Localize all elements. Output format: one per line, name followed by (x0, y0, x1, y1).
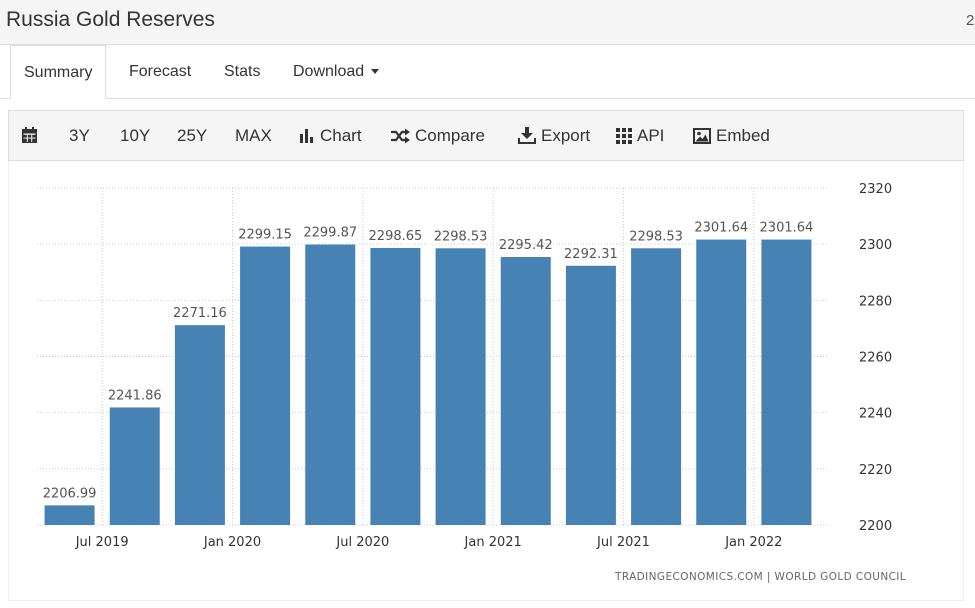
bar (44, 505, 95, 525)
bar-chart: 2200 2220 2240 2260 2280 2300 2320 2206.99 2241.… (37, 182, 892, 550)
api-button[interactable]: API (616, 111, 664, 160)
bar (631, 248, 682, 525)
export-button[interactable]: Export (518, 111, 590, 160)
bar-value-label: 2301.64 (760, 221, 814, 236)
bar-value-label: 2301.64 (694, 221, 748, 236)
bar (109, 407, 160, 525)
calendar-button[interactable] (21, 111, 43, 160)
tab-download-label: Download (293, 63, 365, 80)
page-header: Russia Gold Reserves 2 (0, 0, 975, 45)
bar-value-label: 2299.87 (303, 226, 357, 241)
download-icon (518, 127, 536, 144)
bar-value-label: 2299.15 (238, 228, 292, 243)
tab-bar: Summary Forecast Stats Download (0, 45, 975, 99)
shuffle-icon (391, 128, 410, 144)
x-tick-label: Jul 2020 (335, 535, 389, 550)
chart-type-label: Chart (320, 126, 362, 145)
chart-type-button[interactable]: Chart (299, 111, 362, 160)
y-tick-label: 2240 (859, 407, 892, 422)
chart-panel: 2200 2220 2240 2260 2280 2300 2320 2206.99 2241.… (8, 161, 964, 601)
chart-source: TRADINGECONOMICS.COM | WORLD GOLD COUNCI… (615, 571, 907, 583)
bar-value-label: 2298.65 (369, 229, 423, 244)
x-tick-label: Jan 2020 (203, 535, 261, 550)
image-icon (693, 128, 711, 144)
embed-label: Embed (716, 126, 770, 145)
x-tick-label: Jul 2019 (75, 535, 129, 550)
header-truncated-text: 2 (966, 12, 975, 29)
bar (500, 257, 551, 525)
y-tick-label: 2260 (859, 351, 892, 366)
page-title: Russia Gold Reserves (6, 8, 215, 31)
tab-stats[interactable]: Stats (224, 45, 260, 98)
range-max-button[interactable]: MAX (235, 111, 272, 160)
tab-summary[interactable]: Summary (10, 45, 107, 99)
bar (696, 239, 747, 525)
compare-label: Compare (415, 126, 485, 145)
bar-chart-icon (300, 129, 313, 143)
bar-value-label: 2271.16 (173, 306, 227, 321)
chart-toolbar: 3Y 10Y 25Y MAX Chart Compare Export API (8, 110, 964, 161)
range-3y-button[interactable]: 3Y (69, 111, 90, 160)
calendar-icon (22, 127, 37, 143)
api-label: API (637, 126, 665, 145)
grid-icon (616, 128, 632, 144)
bar (761, 239, 812, 525)
tab-download[interactable]: Download (293, 45, 380, 98)
bar (565, 265, 616, 525)
tab-summary-label: Summary (24, 64, 93, 81)
bar-value-label: 2206.99 (43, 486, 97, 501)
y-tick-label: 2200 (859, 519, 892, 534)
bar-value-label: 2298.53 (434, 229, 488, 244)
tab-stats-label: Stats (224, 63, 261, 80)
bar (174, 325, 225, 525)
export-label: Export (541, 126, 591, 145)
compare-button[interactable]: Compare (390, 111, 485, 160)
y-tick-label: 2220 (859, 463, 892, 478)
tab-forecast[interactable]: Forecast (129, 45, 191, 98)
bar (435, 248, 486, 525)
x-tick-label: Jul 2021 (596, 535, 650, 550)
bar-value-label: 2292.31 (564, 247, 618, 262)
bar-value-label: 2298.53 (629, 229, 683, 244)
bar-value-label: 2295.42 (499, 238, 553, 253)
x-tick-label: Jan 2021 (464, 535, 522, 550)
range-25y-button[interactable]: 25Y (177, 111, 207, 160)
y-tick-label: 2320 (859, 182, 892, 197)
bar (305, 244, 356, 526)
embed-button[interactable]: Embed (693, 111, 770, 160)
x-tick-label: Jan 2022 (724, 535, 782, 550)
y-tick-label: 2300 (859, 238, 892, 253)
y-tick-label: 2280 (859, 294, 892, 309)
bar-value-label: 2241.86 (108, 388, 162, 403)
caret-down-icon (371, 69, 380, 75)
tab-forecast-label: Forecast (129, 63, 192, 80)
bar (240, 246, 291, 525)
bar (370, 247, 421, 525)
range-10y-button[interactable]: 10Y (120, 111, 150, 160)
